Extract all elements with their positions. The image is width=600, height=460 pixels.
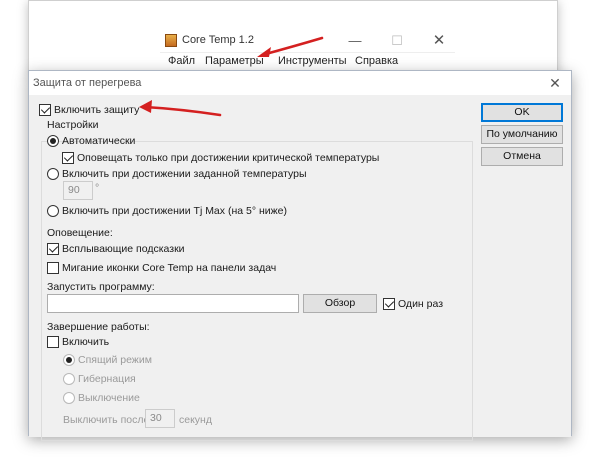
cancel-button[interactable]: Отмена <box>481 147 563 166</box>
radio-dot[interactable] <box>63 354 75 366</box>
radio-poweroff[interactable]: Выключение <box>63 392 140 404</box>
temperature-input[interactable]: 90 <box>63 181 93 200</box>
core-temp-app-icon <box>165 34 177 47</box>
radio-automatic-label: Автоматически <box>62 135 136 147</box>
checkbox-box[interactable] <box>39 104 51 116</box>
settings-group-title: Настройки <box>47 119 99 131</box>
radio-dot[interactable] <box>63 373 75 385</box>
dialog-body: Включить защиту Настройки Автоматически … <box>29 95 571 441</box>
popups-label: Всплывающие подсказки <box>62 243 185 255</box>
radio-hibernate-label: Гибернация <box>78 373 136 385</box>
radio-hibernate[interactable]: Гибернация <box>63 373 136 385</box>
maximize-button[interactable]: ☐ <box>382 32 412 50</box>
dialog-title: Защита от перегрева <box>33 77 142 89</box>
radio-tjmax[interactable]: Включить при достижении Tj Max (на 5° ни… <box>47 205 287 217</box>
notification-label: Оповещение: <box>47 227 113 239</box>
radio-sleep[interactable]: Спящий режим <box>63 354 152 366</box>
radio-automatic[interactable]: Автоматически <box>47 135 135 147</box>
core-temp-menubar: Файл Параметры Инструменты Справка <box>160 52 455 70</box>
menu-file[interactable]: Файл <box>168 55 195 67</box>
checkbox-box[interactable] <box>62 152 74 164</box>
radio-dot[interactable] <box>47 135 59 147</box>
radio-sleep-label: Спящий режим <box>78 354 152 366</box>
seconds-input[interactable]: 30 <box>145 409 175 428</box>
blink-icon-checkbox[interactable]: Мигание иконки Core Temp на панели задач <box>47 262 276 274</box>
menu-help[interactable]: Справка <box>355 55 398 67</box>
dialog-close-button[interactable]: ✕ <box>545 73 565 93</box>
run-once-checkbox[interactable]: Один раз <box>383 298 443 310</box>
temperature-unit: ° <box>95 182 100 194</box>
dialog-titlebar: Защита от перегрева ✕ <box>29 71 571 95</box>
radio-dot[interactable] <box>47 168 59 180</box>
radio-dot[interactable] <box>47 205 59 217</box>
seconds-unit: секунд <box>179 414 212 426</box>
turn-off-after-label: Выключить после <box>63 414 150 426</box>
close-button[interactable]: ✕ <box>424 32 454 50</box>
enable-protection-label: Включить защиту <box>54 104 140 116</box>
overheat-protection-dialog: Защита от перегрева ✕ Включить защиту На… <box>28 70 572 441</box>
notify-critical-label: Оповещать только при достижении критичес… <box>77 152 380 164</box>
checkbox-box[interactable] <box>47 336 59 348</box>
defaults-button[interactable]: По умолчанию <box>481 125 563 144</box>
shutdown-enable-label: Включить <box>62 336 110 348</box>
menu-parameters[interactable]: Параметры <box>205 55 264 67</box>
run-program-label: Запустить программу: <box>47 281 155 293</box>
browse-button[interactable]: Обзор <box>303 294 377 313</box>
radio-set-temp-label: Включить при достижении заданной темпера… <box>62 168 307 180</box>
notify-critical-checkbox[interactable]: Оповещать только при достижении критичес… <box>62 152 379 164</box>
program-path-input[interactable] <box>47 294 299 313</box>
menu-tools[interactable]: Инструменты <box>278 55 347 67</box>
popups-checkbox[interactable]: Всплывающие подсказки <box>47 243 185 255</box>
radio-tjmax-label: Включить при достижении Tj Max (на 5° ни… <box>62 205 287 217</box>
enable-protection-checkbox[interactable]: Включить защиту <box>39 104 139 116</box>
checkbox-box[interactable] <box>47 243 59 255</box>
radio-poweroff-label: Выключение <box>78 392 140 404</box>
run-once-label: Один раз <box>398 298 444 310</box>
radio-dot[interactable] <box>63 392 75 404</box>
core-temp-title: Core Temp 1.2 <box>182 34 254 46</box>
minimize-button[interactable]: — <box>340 32 370 50</box>
core-temp-titlebar: Core Temp 1.2 — ☐ ✕ <box>160 30 455 52</box>
blink-icon-label: Мигание иконки Core Temp на панели задач <box>62 262 277 274</box>
checkbox-box[interactable] <box>383 298 395 310</box>
checkbox-box[interactable] <box>47 262 59 274</box>
shutdown-enable-checkbox[interactable]: Включить <box>47 336 109 348</box>
shutdown-label: Завершение работы: <box>47 321 150 333</box>
radio-set-temp[interactable]: Включить при достижении заданной темпера… <box>47 168 307 180</box>
ok-button[interactable]: OK <box>481 103 563 122</box>
